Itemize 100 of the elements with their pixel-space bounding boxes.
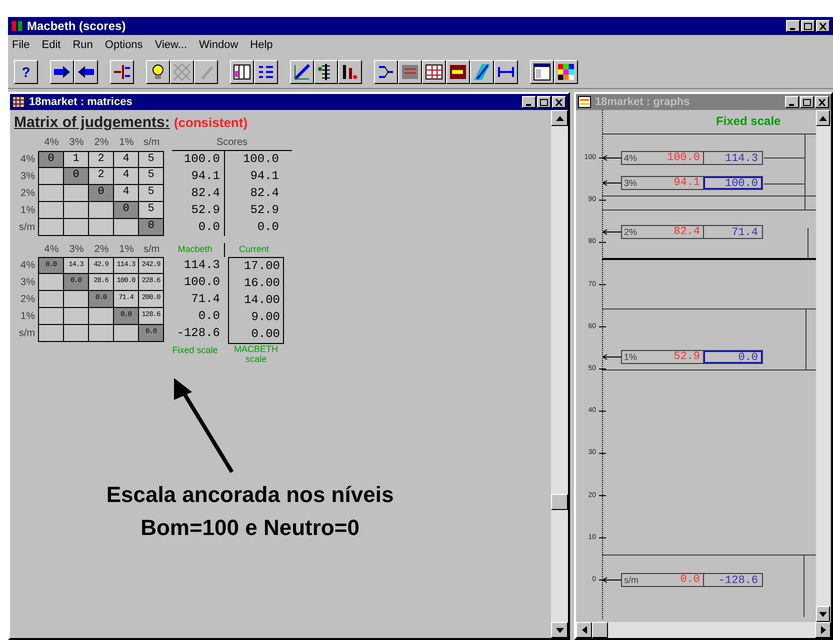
menu-item[interactable]: Window	[199, 36, 238, 54]
matrix-cell: 2	[89, 150, 114, 168]
scroll-up-icon	[556, 116, 564, 120]
window-button[interactable]	[530, 60, 554, 84]
level-score: 52.9	[644, 350, 704, 363]
maximize-button[interactable]	[537, 96, 551, 108]
minimize-button[interactable]	[785, 96, 799, 108]
menu-item[interactable]: Options	[104, 36, 143, 54]
level-score: 100.0	[644, 152, 704, 164]
minimize-button[interactable]	[786, 20, 800, 32]
menu-item[interactable]: Edit	[42, 36, 61, 54]
current-score: 52.9	[249, 202, 280, 218]
column-label: 4%	[43, 242, 60, 256]
diagonal-chart-icon	[293, 62, 311, 80]
help-button[interactable]: ?	[14, 60, 38, 84]
level-label: 4%	[623, 152, 638, 164]
row-label: 1%	[20, 204, 36, 218]
level-macbeth-value: 71.4	[730, 226, 759, 238]
matrix-cell: 2	[89, 168, 114, 184]
row-label: s/m	[18, 326, 36, 340]
app-icon	[11, 20, 23, 32]
matrix-cell	[39, 168, 64, 184]
chart-window-icon	[578, 96, 591, 108]
column-label: s/m	[142, 136, 161, 150]
macbeth-scale-value: 17.00	[242, 258, 281, 274]
menu-item[interactable]: File	[12, 36, 30, 54]
matrix-cell	[114, 324, 139, 342]
close-button[interactable]	[552, 96, 566, 108]
matrix-cell: 0	[139, 218, 164, 236]
matrix-cell: 5	[139, 150, 164, 168]
menu-item[interactable]: Run	[72, 36, 93, 54]
macbeth-scale-value: 14.00	[242, 292, 281, 308]
connector-arrow	[603, 155, 621, 161]
level-score: 82.4	[644, 226, 704, 238]
row-label: 3%	[20, 170, 36, 184]
interval-button[interactable]	[494, 60, 518, 84]
grid-pattern-button[interactable]	[170, 60, 194, 84]
light-bulb-button[interactable]	[146, 60, 170, 84]
list-button[interactable]	[254, 60, 278, 84]
maximize-icon	[540, 98, 548, 106]
level-score: 94.1	[644, 176, 704, 189]
scale-title: Fixed scale	[716, 113, 781, 130]
matrix-cell	[39, 202, 64, 218]
maximize-button[interactable]	[801, 20, 815, 32]
diagonal-chart-button[interactable]	[290, 60, 314, 84]
slash-button[interactable]	[470, 60, 494, 84]
column-label: MACBETH scale	[232, 344, 279, 364]
scroll-thumb[interactable]	[551, 494, 568, 510]
ruler-button[interactable]	[314, 60, 338, 84]
macbeth-scale-value: 16.00	[242, 274, 281, 292]
window-title: 18market : graphs	[595, 94, 691, 110]
vertical-scrollbar[interactable]	[551, 110, 568, 638]
arrow-right-button[interactable]	[50, 60, 74, 84]
window-icon	[533, 62, 551, 80]
grid-table-icon	[425, 62, 443, 80]
close-button[interactable]	[815, 96, 829, 108]
columns-button[interactable]	[230, 60, 254, 84]
macbeth-score: 52.9	[190, 202, 221, 218]
column-label: 3%	[68, 136, 85, 150]
level-macbeth-value: -128.6	[717, 574, 759, 586]
macbeth-score: 0.0	[197, 218, 221, 236]
macbeth-scale-value: 0.00	[250, 326, 281, 342]
vertical-scrollbar[interactable]	[816, 110, 830, 622]
column-label: 1%	[118, 242, 135, 256]
row-label: 4%	[20, 258, 36, 272]
connector-arrow	[603, 354, 621, 360]
connector-arrow	[603, 180, 621, 186]
close-button[interactable]	[816, 20, 830, 32]
scores-heading: Scores	[172, 134, 292, 150]
horizontal-scrollbar[interactable]	[576, 622, 831, 638]
fixed-scale-value: 71.4	[190, 290, 221, 308]
row-label: 4%	[20, 152, 36, 166]
row-label: 3%	[20, 276, 36, 290]
consistency-status: (consistent)	[174, 114, 248, 132]
columns-icon	[233, 62, 251, 80]
column-label: 1%	[118, 136, 135, 150]
matrix-cell	[89, 324, 114, 342]
row-label: 1%	[20, 310, 36, 324]
current-score: 82.4	[249, 184, 280, 202]
level-macbeth-value: 0.0	[704, 350, 762, 363]
scroll-down-icon	[819, 612, 827, 616]
current-score: 94.1	[249, 168, 280, 184]
scroll-down-icon	[556, 628, 564, 632]
arrow-left-button[interactable]	[74, 60, 98, 84]
grid-table-button[interactable]	[422, 60, 446, 84]
minimize-button[interactable]	[522, 96, 536, 108]
level-label: 3%	[623, 176, 638, 189]
bars-button[interactable]	[338, 60, 362, 84]
color-grid-button[interactable]	[554, 60, 578, 84]
matrix-cell: 0	[114, 202, 139, 218]
scroll-right-icon	[820, 626, 826, 634]
matrix-cell: 1	[64, 150, 89, 168]
scroll-thumb[interactable]	[592, 622, 608, 638]
fixed-scale-value: 0.0	[197, 308, 221, 324]
maximize-button[interactable]	[800, 96, 814, 108]
matrix-cell	[39, 218, 64, 236]
menu-item[interactable]: Help	[250, 36, 273, 54]
grid-window-icon	[12, 96, 25, 108]
annotation-text: Bom=100 e Neutro=0	[140, 514, 360, 542]
menu-item[interactable]: View...	[154, 36, 188, 54]
